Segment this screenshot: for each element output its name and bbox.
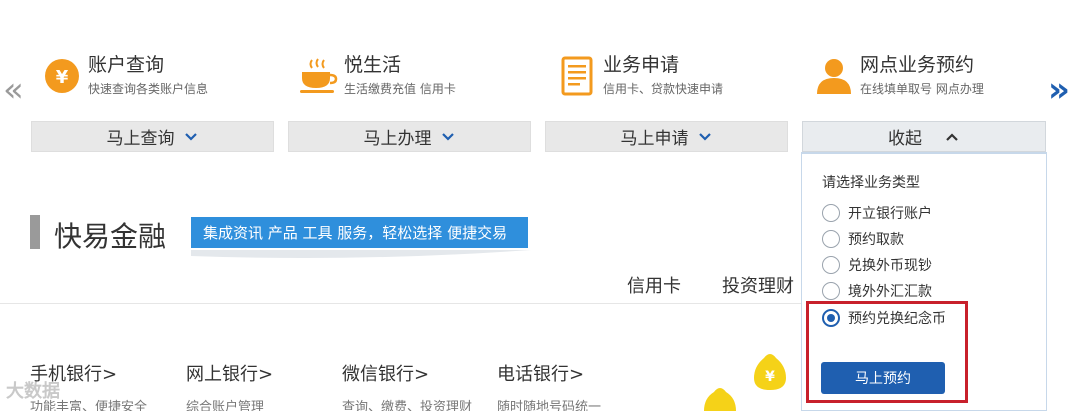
channel-title[interactable]: 微信银行>	[342, 360, 472, 386]
section-title: 快易金融	[54, 220, 167, 253]
option-label: 兑换外币现钞	[848, 258, 932, 274]
option-withdrawal[interactable]: 预约取款	[822, 228, 904, 250]
radio-button[interactable]	[822, 230, 840, 248]
radio-button[interactable]	[822, 256, 840, 274]
section-divider	[0, 303, 801, 304]
business-type-dropdown: 请选择业务类型 开立银行账户 预约取款 兑换外币现钞 境外外汇汇款 预约兑换纪念…	[801, 152, 1047, 411]
carousel-next-icon[interactable]: »	[1048, 70, 1070, 110]
button-label: 马上申请	[620, 129, 689, 149]
service-title: 业务申请	[603, 54, 680, 76]
chevron-down-icon	[184, 132, 197, 141]
money-bag-icon	[704, 388, 736, 411]
coffee-cup-icon	[298, 56, 338, 96]
highlight-annotation	[806, 301, 968, 403]
tagline-shadow	[191, 250, 531, 258]
service-desc: 信用卡、贷款快速申请	[603, 82, 724, 96]
tab-investment[interactable]: 投资理财	[722, 272, 794, 298]
channel-online-banking[interactable]: 网上银行> 综合账户管理	[186, 360, 273, 411]
channel-title[interactable]: 电话银行>	[497, 360, 601, 386]
service-title: 悦生活	[344, 54, 402, 76]
channel-phone-banking[interactable]: 电话银行> 随时随地号码统一	[497, 360, 601, 411]
svg-text:¥: ¥	[765, 369, 775, 385]
option-open-account[interactable]: 开立银行账户	[822, 202, 932, 224]
service-desc: 在线填单取号 网点办理	[860, 82, 984, 96]
person-icon	[814, 56, 854, 96]
button-label: 马上办理	[363, 129, 432, 149]
button-label: 收起	[888, 129, 922, 149]
option-overseas-remittance[interactable]: 境外外汇汇款	[822, 280, 932, 302]
dropdown-prompt: 请选择业务类型	[822, 175, 920, 191]
service-desc: 生活缴费充值 信用卡	[344, 82, 456, 96]
chevron-up-icon	[946, 132, 958, 141]
document-icon	[557, 56, 597, 96]
yen-coin-icon: ¥	[42, 56, 82, 96]
svg-text:¥: ¥	[56, 67, 69, 88]
channel-desc: 综合账户管理	[186, 400, 265, 411]
channel-wechat-banking[interactable]: 微信银行> 查询、缴费、投资理财	[342, 360, 472, 411]
section-marker	[30, 215, 40, 249]
chevron-down-icon	[698, 132, 711, 141]
service-title: 账户查询	[88, 54, 165, 76]
channel-title[interactable]: 网上银行>	[186, 360, 273, 386]
chevron-down-icon	[441, 132, 454, 141]
service-title: 网点业务预约	[860, 54, 975, 76]
option-label: 境外外汇汇款	[848, 284, 932, 300]
section-tagline: 集成资讯 产品 工具 服务，轻松选择 便捷交易	[191, 217, 528, 248]
apply-now-button[interactable]: 马上申请	[545, 121, 788, 152]
radio-button[interactable]	[822, 282, 840, 300]
button-label: 马上查询	[106, 129, 175, 149]
handle-now-button[interactable]: 马上办理	[288, 121, 531, 152]
channel-desc: 随时随地号码统一	[497, 400, 602, 411]
service-desc: 快速查询各类账户信息	[88, 82, 209, 96]
money-bag-icon: ¥	[754, 354, 786, 390]
carousel-prev-icon[interactable]: «	[3, 70, 24, 110]
collapse-button[interactable]: 收起	[802, 121, 1046, 152]
radio-button[interactable]	[822, 204, 840, 222]
option-currency-exchange[interactable]: 兑换外币现钞	[822, 254, 932, 276]
watermark: 大数据	[6, 381, 60, 402]
option-label: 预约取款	[848, 232, 904, 248]
channel-desc: 查询、缴费、投资理财	[342, 400, 473, 411]
tab-credit-card[interactable]: 信用卡	[627, 272, 681, 298]
query-now-button[interactable]: 马上查询	[31, 121, 274, 152]
option-label: 开立银行账户	[848, 206, 932, 222]
